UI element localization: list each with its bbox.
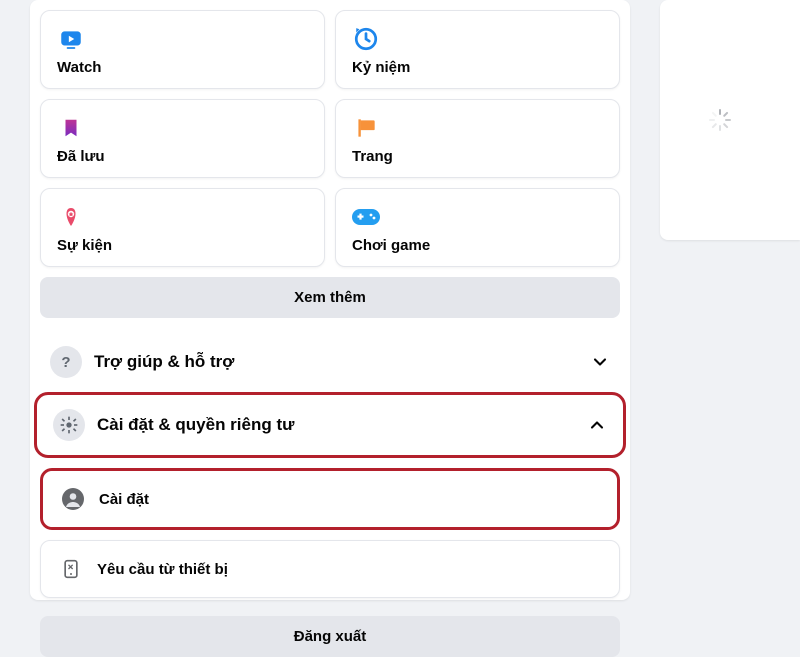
highlight-settings: Cài đặt [40, 468, 620, 530]
watch-icon [57, 25, 85, 53]
help-icon: ? [50, 346, 82, 378]
memories-icon [352, 25, 380, 53]
gaming-icon [352, 203, 380, 231]
pages-icon [352, 114, 380, 142]
subitem-label: Cài đặt [99, 491, 149, 508]
tile-label: Trang [352, 148, 393, 165]
events-icon [57, 203, 85, 231]
tile-memories[interactable]: Kỷ niệm [335, 10, 620, 89]
chevron-down-icon [590, 352, 610, 372]
tile-label: Kỷ niệm [352, 59, 410, 76]
logout-button[interactable]: Đăng xuất [40, 616, 620, 657]
loading-spinner-icon [719, 109, 741, 131]
tile-gaming[interactable]: Chơi game [335, 188, 620, 267]
tile-label: Đã lưu [57, 148, 105, 165]
subitem-settings[interactable]: Cài đặt [43, 471, 617, 527]
device-icon [57, 555, 85, 583]
tile-watch[interactable]: Watch [40, 10, 325, 89]
side-loading-panel [660, 0, 800, 240]
menu-panel: Watch Kỷ niệm Đã lưu Trang Sự kiện [30, 0, 630, 600]
chevron-up-icon [587, 415, 607, 435]
saved-icon [57, 114, 85, 142]
subitem-device-requests[interactable]: Yêu cầu từ thiết bị [40, 540, 620, 598]
tile-label: Chơi game [352, 237, 430, 254]
row-help-support[interactable]: ? Trợ giúp & hỗ trợ [40, 332, 620, 392]
row-label: Trợ giúp & hỗ trợ [94, 352, 578, 372]
profile-gear-icon [59, 485, 87, 513]
subitem-label: Yêu cầu từ thiết bị [97, 561, 228, 578]
tile-label: Sự kiện [57, 237, 112, 254]
highlight-settings-privacy: Cài đặt & quyền riêng tư [34, 392, 626, 458]
shortcut-grid: Watch Kỷ niệm Đã lưu Trang Sự kiện [40, 10, 620, 267]
tile-events[interactable]: Sự kiện [40, 188, 325, 267]
svg-text:?: ? [61, 354, 70, 371]
tile-label: Watch [57, 59, 101, 76]
row-settings-privacy[interactable]: Cài đặt & quyền riêng tư [43, 395, 617, 455]
row-label: Cài đặt & quyền riêng tư [97, 415, 575, 435]
see-more-button[interactable]: Xem thêm [40, 277, 620, 318]
gear-icon [53, 409, 85, 441]
tile-pages[interactable]: Trang [335, 99, 620, 178]
tile-saved[interactable]: Đã lưu [40, 99, 325, 178]
